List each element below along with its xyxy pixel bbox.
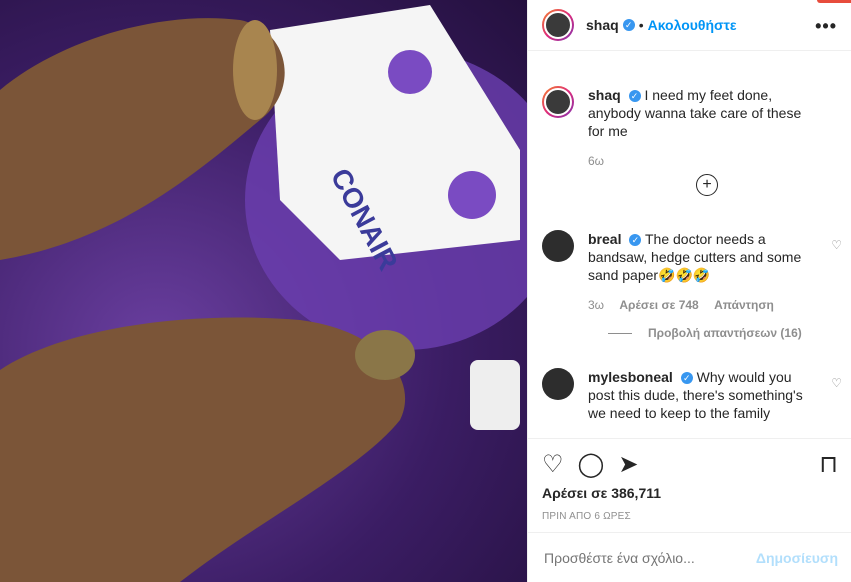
add-comment-bar: Δημοσίευση <box>528 532 851 582</box>
post-actions: ♡ ◯ ➤ ⊓ Αρέσει σε 386,711 ΠΡΙΝ ΑΠΟ 6 ΩΡΕ… <box>528 438 851 522</box>
verified-icon: ✓ <box>680 372 693 385</box>
view-replies-button[interactable]: Προβολή απαντήσεων (16) <box>608 326 802 340</box>
verified-icon: ✓ <box>628 90 641 103</box>
comment-heart-icon[interactable]: ♡ <box>831 238 842 252</box>
bookmark-icon[interactable]: ⊓ <box>819 450 838 479</box>
view-replies-label: Προβολή απαντήσεων (16) <box>648 326 802 340</box>
caption-row: shaq ✓ I need my feet done, anybody wann… <box>542 86 842 170</box>
avatar[interactable] <box>542 230 574 262</box>
comment-row: mylesboneal ✓ Why would you post this du… <box>542 368 842 422</box>
comment-username[interactable]: breal <box>588 231 621 247</box>
comment-likes[interactable]: Αρέσει σε 748 <box>619 298 698 312</box>
reply-button[interactable]: Απάντηση <box>714 298 774 312</box>
post-age: ΠΡΙΝ ΑΠΟ 6 ΩΡΕΣ <box>542 511 631 522</box>
avatar[interactable] <box>542 86 574 118</box>
plus-icon[interactable]: + <box>696 174 718 196</box>
verified-icon: ✓ <box>629 234 642 247</box>
comment-username[interactable]: mylesboneal <box>588 369 673 385</box>
post-image[interactable]: CONAIR <box>0 0 527 582</box>
comments-list[interactable]: shaq ✓ I need my feet done, anybody wann… <box>542 70 842 436</box>
verified-icon: ✓ <box>622 19 635 31</box>
avatar[interactable] <box>542 9 574 41</box>
post-button[interactable]: Δημοσίευση <box>756 550 838 566</box>
follow-button[interactable]: Ακολουθήστε <box>648 17 737 33</box>
comment-time: 3ω <box>588 298 605 312</box>
heart-icon[interactable]: ♡ <box>542 450 564 479</box>
avatar[interactable] <box>542 368 574 400</box>
replies-line <box>608 332 632 334</box>
comment-heart-icon[interactable]: ♡ <box>831 376 842 390</box>
more-options-icon[interactable]: ••• <box>815 16 837 37</box>
comment-icon[interactable]: ◯ <box>578 450 605 479</box>
post-header: shaq ✓ • Ακολουθήστε ••• <box>528 0 851 51</box>
foot-spa-photo: CONAIR <box>0 5 527 582</box>
post-username[interactable]: shaq <box>586 17 619 33</box>
post-side-panel: shaq ✓ • Ακολουθήστε ••• shaq ✓ I need m… <box>527 0 851 582</box>
comment-input[interactable] <box>542 548 756 567</box>
comment-row: breal ✓ The doctor needs a bandsaw, hedg… <box>542 230 842 314</box>
caption-time: 6ω <box>588 154 605 168</box>
separator-dot: • <box>638 17 644 33</box>
caption-username[interactable]: shaq <box>588 87 621 103</box>
share-icon[interactable]: ➤ <box>618 450 638 479</box>
